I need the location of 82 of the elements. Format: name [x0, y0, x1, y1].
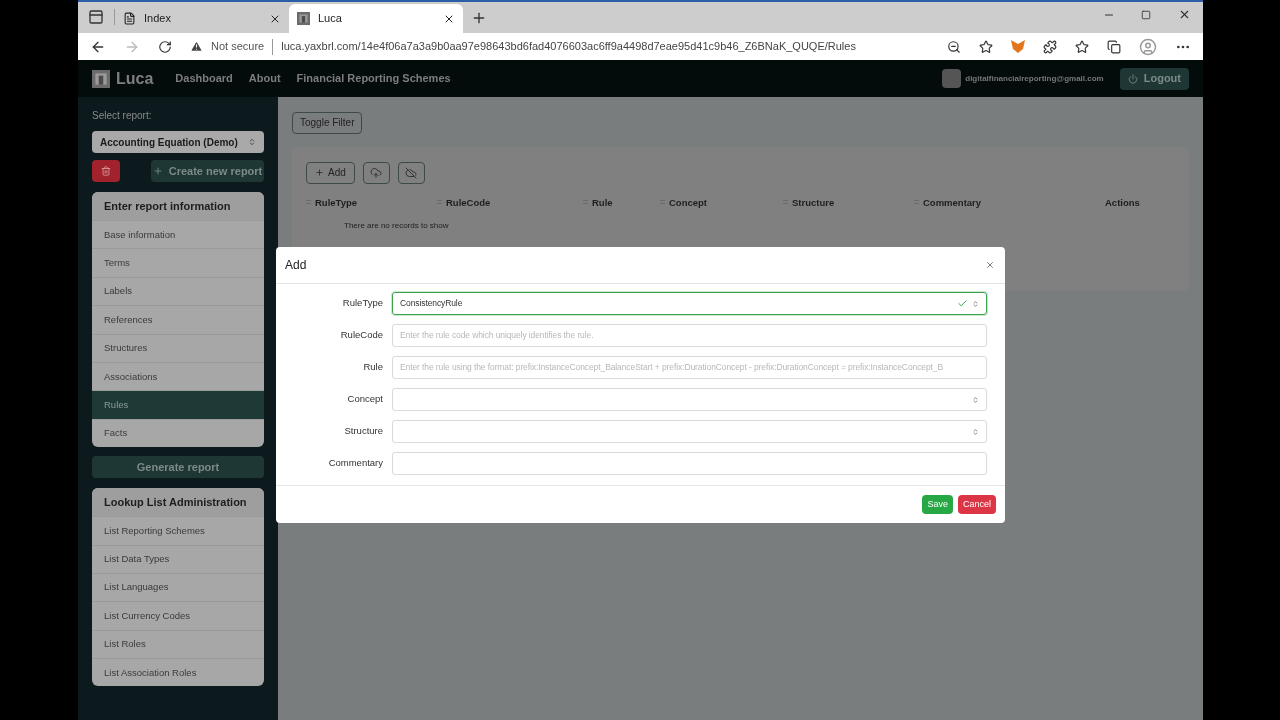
- empty-message: There are no records to show: [343, 219, 450, 232]
- sidebar-item[interactable]: Facts: [92, 418, 264, 448]
- avatar: [942, 69, 962, 88]
- cancel-button[interactable]: Cancel: [958, 495, 996, 514]
- new-tab-icon[interactable]: [471, 10, 487, 26]
- toggle-filter-button[interactable]: Toggle Filter: [292, 111, 363, 134]
- nav-link[interactable]: About: [248, 70, 281, 87]
- sidebar-item[interactable]: Terms: [92, 248, 264, 277]
- collections-icon[interactable]: [1107, 39, 1121, 54]
- select-field[interactable]: ConsistencyRule: [392, 292, 987, 315]
- field-label: Rule: [362, 360, 384, 375]
- favorite-icon[interactable]: [979, 39, 993, 54]
- add-button[interactable]: Add: [306, 161, 355, 184]
- logo-icon: [92, 69, 110, 88]
- browser-tab[interactable]: Luca: [289, 4, 463, 33]
- tab-title: Luca: [318, 11, 343, 27]
- check-icon: [957, 298, 968, 309]
- sidebar-item[interactable]: Rules: [92, 390, 264, 419]
- nav-link[interactable]: Financial Reporting Schemes: [296, 70, 451, 87]
- sidebar-item[interactable]: List Data Types: [92, 544, 264, 573]
- trash-icon: [101, 166, 111, 176]
- sidebar-item[interactable]: Labels: [92, 276, 264, 306]
- input-field[interactable]: [392, 452, 987, 475]
- sidebar-item[interactable]: List Currency Codes: [92, 601, 264, 630]
- browser-tab[interactable]: Index: [115, 4, 289, 33]
- create-report-button[interactable]: Create new report: [151, 160, 264, 182]
- report-select[interactable]: Accounting Equation (Demo): [92, 131, 264, 153]
- brand-name[interactable]: Luca: [116, 66, 154, 91]
- column-header[interactable]: Commentary: [914, 195, 1078, 210]
- sidebar-item[interactable]: List Reporting Schemes: [92, 516, 264, 545]
- warning-icon[interactable]: [190, 40, 203, 53]
- offline-button[interactable]: [397, 161, 425, 184]
- caret-icon: [248, 138, 256, 146]
- maximize-icon[interactable]: [1141, 10, 1151, 20]
- power-icon: [1127, 73, 1138, 84]
- field-label: RuleCode: [339, 328, 384, 343]
- tab-title: Index: [144, 11, 172, 27]
- user-email: digitalfinancialreporting@gmail.com: [965, 72, 1104, 85]
- tab-actions-icon[interactable]: [88, 9, 104, 25]
- logout-button[interactable]: Logout: [1119, 67, 1189, 90]
- sidebar-item[interactable]: Structures: [92, 333, 264, 362]
- sidebar-item[interactable]: References: [92, 305, 264, 334]
- field-label: Commentary: [327, 456, 384, 471]
- zoom-out-icon[interactable]: [947, 39, 961, 54]
- section-header: Enter report information: [92, 192, 264, 220]
- plus-icon: [315, 168, 324, 177]
- section-header: Lookup List Administration: [92, 488, 264, 517]
- close-icon[interactable]: [1178, 8, 1191, 21]
- address-url[interactable]: luca.yaxbrl.com/14e4f06a7a3a9b0aa97e98643bd6fad4076603ac6ff9a4498d7eae95d41c9b46_Z6BNaK_QUQE/Rules: [281, 38, 856, 55]
- select-label: Select report:: [92, 109, 153, 123]
- select-field[interactable]: [392, 388, 987, 411]
- column-header[interactable]: Concept: [660, 195, 783, 210]
- cloud-upload-icon: [370, 166, 383, 179]
- sidebar-item[interactable]: List Languages: [92, 572, 264, 602]
- save-button[interactable]: Save: [922, 495, 953, 514]
- caret-icon: [972, 395, 979, 404]
- sidebar-item[interactable]: List Association Roles: [92, 658, 264, 687]
- column-header[interactable]: Rule: [583, 195, 660, 210]
- column-header: Actions: [1104, 195, 1141, 210]
- delete-button[interactable]: [92, 160, 120, 182]
- profile-icon[interactable]: [1139, 37, 1157, 56]
- logo-icon: [297, 12, 310, 25]
- field-label: Structure: [343, 424, 384, 439]
- dialog-title: Add: [285, 257, 308, 274]
- nav-link[interactable]: Dashboard: [175, 70, 233, 87]
- cloud-off-icon: [405, 166, 418, 179]
- select-field[interactable]: [392, 420, 987, 443]
- reload-icon[interactable]: [158, 39, 172, 54]
- plus-icon: [152, 166, 163, 176]
- column-header[interactable]: Structure: [783, 195, 914, 210]
- generate-report-button[interactable]: Generate report: [92, 456, 264, 479]
- page-icon: [123, 12, 136, 25]
- column-header[interactable]: RuleType: [306, 195, 437, 210]
- field-label: RuleType: [341, 296, 384, 311]
- column-header[interactable]: RuleCode: [437, 195, 583, 210]
- field-label: Concept: [346, 392, 384, 407]
- caret-icon: [972, 299, 979, 308]
- sidebar-item[interactable]: Base information: [92, 220, 264, 249]
- sidebar-item[interactable]: List Roles: [92, 629, 264, 659]
- security-label[interactable]: Not secure: [211, 38, 265, 55]
- extensions-icon[interactable]: [1043, 39, 1057, 54]
- caret-icon: [972, 427, 979, 436]
